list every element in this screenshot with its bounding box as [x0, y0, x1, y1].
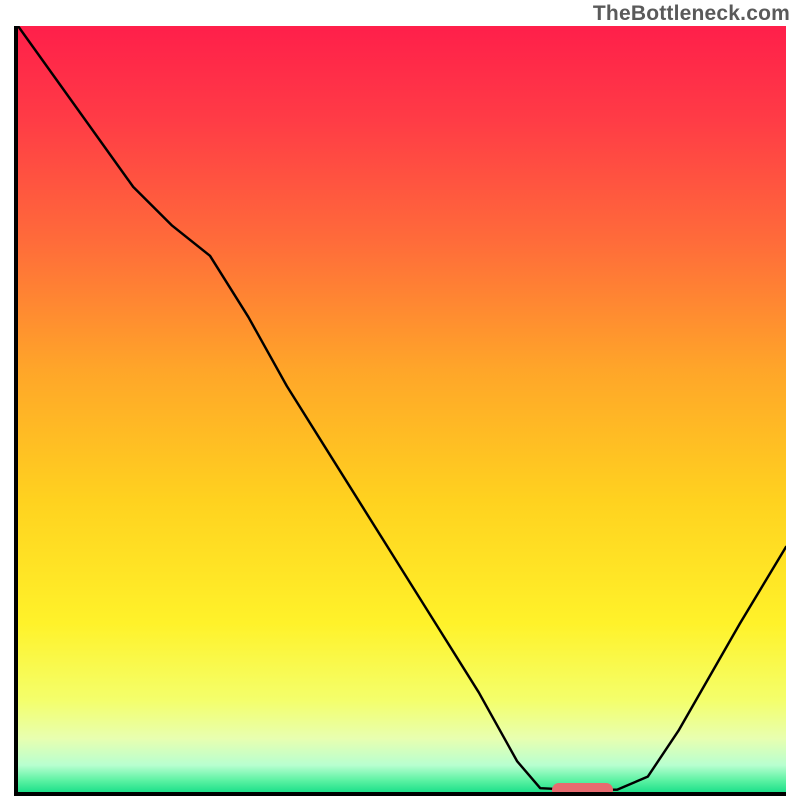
- chart-plot-area: [18, 26, 786, 792]
- chart-axes: [14, 26, 786, 796]
- chart-curve-path: [18, 26, 786, 790]
- chart-curve: [18, 26, 786, 792]
- chart-optimum-marker: [552, 783, 613, 792]
- chart-stage: TheBottleneck.com: [0, 0, 800, 800]
- watermark-text: TheBottleneck.com: [593, 2, 790, 26]
